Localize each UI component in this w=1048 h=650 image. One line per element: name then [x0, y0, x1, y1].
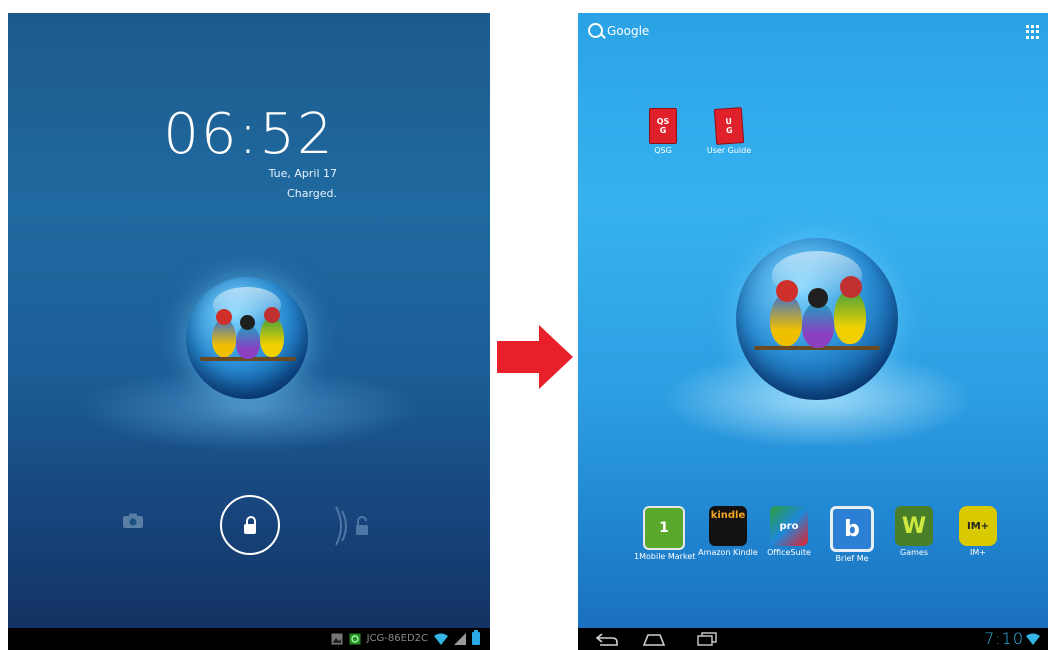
games-icon: W	[895, 506, 933, 546]
brief-me-icon: b	[830, 506, 874, 552]
kindle-icon: kindle	[709, 506, 747, 546]
lock-date: Tue, April 17	[268, 167, 337, 180]
search-icon	[588, 23, 603, 38]
app-label: QSG	[654, 146, 672, 155]
wallpaper-bird-orb	[736, 238, 898, 400]
search-label: Google	[607, 23, 650, 38]
document-stack-icon: UG	[713, 107, 745, 145]
dock-app-amazon-kindle[interactable]: kindle Amazon Kindle	[697, 506, 759, 557]
gallery-notification-icon	[331, 633, 343, 644]
lock-clock: 06:52	[163, 102, 335, 167]
camera-icon[interactable]	[122, 513, 144, 529]
qsg-app-icon[interactable]: QS G QSG	[645, 108, 681, 155]
document-icon: QS G	[649, 108, 677, 144]
lock-screen: 06:52 Tue, April 17 Charged. JCG-86ED2C	[8, 13, 490, 650]
wallpaper-bird-orb	[186, 277, 308, 399]
google-search-bar[interactable]: Google	[588, 23, 649, 38]
app-label: User Guide	[706, 146, 752, 155]
app-dock: 1 1Mobile Market kindle Amazon Kindle pr…	[578, 506, 1048, 566]
dock-app-officesuite[interactable]: pro OfficeSuite	[760, 506, 818, 557]
signal-icon	[454, 632, 466, 645]
sync-notification-icon	[349, 633, 361, 644]
user-guide-app-icon[interactable]: UG User Guide	[706, 107, 752, 155]
right-arrow-icon	[497, 325, 573, 389]
dock-app-im-plus[interactable]: IM+ IM+	[948, 506, 1008, 557]
unlock-icon[interactable]	[330, 501, 380, 551]
all-apps-icon[interactable]	[1026, 25, 1040, 39]
recents-icon[interactable]	[696, 632, 718, 646]
dock-app-games[interactable]: W Games	[884, 506, 944, 557]
home-icon[interactable]	[642, 632, 666, 646]
dock-app-brief-me[interactable]: b Brief Me	[822, 506, 882, 563]
officesuite-icon: pro	[770, 506, 808, 546]
dock-app-1mobile-market[interactable]: 1 1Mobile Market	[634, 506, 695, 561]
charge-status: Charged.	[287, 187, 337, 200]
system-bar: 7:10	[578, 628, 1048, 650]
battery-icon	[472, 630, 480, 645]
status-bar: JCG-86ED2C	[8, 628, 490, 650]
wifi-icon	[434, 633, 448, 645]
status-clock: 7:10	[984, 629, 1024, 648]
market-icon: 1	[643, 506, 685, 550]
network-name: JCG-86ED2C	[366, 633, 428, 644]
im-plus-icon: IM+	[959, 506, 997, 546]
unlock-ring-button[interactable]	[220, 495, 280, 555]
home-screen: Google QS G QSG UG User Guide 1 1Mobile M…	[578, 13, 1048, 650]
wifi-icon	[1026, 633, 1040, 645]
back-icon[interactable]	[596, 632, 618, 646]
